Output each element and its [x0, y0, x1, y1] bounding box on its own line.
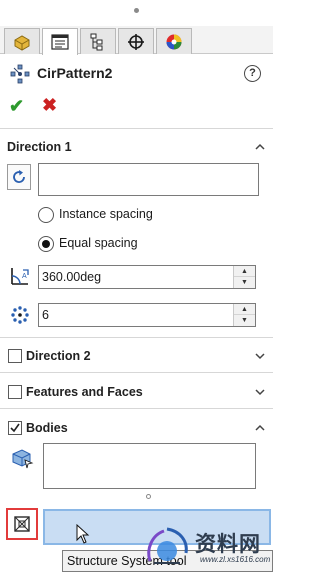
equal-spacing-radio[interactable] — [38, 236, 54, 252]
feature-header: CirPattern2 ? — [0, 60, 273, 88]
help-button[interactable]: ? — [244, 65, 261, 82]
seed-selection-button[interactable] — [6, 508, 38, 540]
chevron-down-icon[interactable] — [255, 387, 265, 397]
tab-featuremanager[interactable] — [4, 28, 40, 54]
propertymanager-tab-icon — [51, 34, 69, 50]
divider — [0, 337, 273, 338]
direction2-label: Direction 2 — [26, 349, 91, 363]
solid-bodies-icon — [12, 449, 34, 469]
instances-spinbox[interactable]: 6 ▲ ▼ — [38, 303, 256, 327]
equal-spacing-label: Equal spacing — [59, 236, 138, 250]
divider — [0, 408, 273, 409]
instance-spacing-radio[interactable] — [38, 207, 54, 223]
instance-spacing-label: Instance spacing — [59, 207, 153, 221]
reverse-direction-button[interactable] — [7, 164, 31, 190]
structure-body-icon — [14, 516, 30, 532]
bodies-header[interactable]: Bodies — [0, 417, 273, 441]
direction2-checkbox[interactable] — [8, 349, 22, 363]
mouse-cursor-icon — [76, 524, 90, 544]
direction2-header[interactable]: Direction 2 — [0, 345, 273, 369]
watermark-url: www.zl.xs1616.com — [200, 555, 271, 564]
features-faces-header[interactable]: Features and Faces — [0, 381, 273, 405]
tab-propertymanager[interactable] — [42, 28, 78, 55]
angle-increment-button[interactable]: ▲ — [234, 266, 255, 277]
angle-value[interactable]: 360.00deg — [42, 270, 101, 284]
page-title: CirPattern2 — [37, 65, 113, 81]
bodies-checkbox[interactable] — [8, 421, 22, 435]
resize-grip-dot[interactable] — [146, 494, 151, 499]
features-faces-label: Features and Faces — [26, 385, 143, 399]
axis-selection-field[interactable] — [38, 163, 259, 196]
instances-icon — [11, 306, 29, 324]
divider — [0, 128, 273, 129]
rotate-arrow-icon — [13, 170, 25, 183]
panel-grip-dot[interactable] — [134, 8, 139, 13]
tab-dimxpertmanager[interactable] — [118, 28, 154, 54]
instances-value[interactable]: 6 — [42, 308, 49, 322]
bodies-label: Bodies — [26, 421, 68, 435]
instances-spin-arrows: ▲ ▼ — [233, 304, 255, 326]
angle-icon: A — [11, 268, 29, 285]
chevron-up-icon[interactable] — [255, 142, 265, 152]
instances-increment-button[interactable]: ▲ — [234, 304, 255, 315]
watermark-text: 资料网 — [195, 533, 261, 556]
angle-decrement-button[interactable]: ▼ — [234, 277, 255, 288]
checkmark-icon — [10, 423, 20, 433]
divider — [0, 372, 273, 373]
chevron-down-icon[interactable] — [255, 351, 265, 361]
chevron-up-icon[interactable] — [255, 423, 265, 433]
dimxpertmanager-tab-icon — [128, 33, 144, 50]
configurationmanager-tab-icon — [90, 33, 103, 50]
tab-configurationmanager[interactable] — [80, 28, 116, 54]
watermark-logo-icon — [147, 527, 188, 564]
manager-tab-bar — [0, 26, 273, 55]
watermark: 资料网 www.zl.xs1616.com — [140, 523, 273, 575]
circular-pattern-icon — [10, 64, 30, 84]
bodies-list-box[interactable] — [43, 443, 256, 489]
angle-spinbox[interactable]: 360.00deg ▲ ▼ — [38, 265, 256, 289]
cancel-button[interactable]: ✖ — [42, 95, 57, 116]
instances-decrement-button[interactable]: ▼ — [234, 315, 255, 326]
features-faces-checkbox[interactable] — [8, 385, 22, 399]
direction1-header[interactable]: Direction 1 — [0, 136, 273, 160]
ok-button[interactable]: ✔ — [9, 96, 24, 117]
displaymanager-tab-icon — [166, 34, 182, 49]
featuremanager-tab-icon — [14, 34, 30, 51]
svg-text:A: A — [22, 273, 27, 280]
direction1-label: Direction 1 — [7, 140, 72, 154]
action-buttons: ✔ ✖ — [0, 95, 273, 118]
angle-spin-arrows: ▲ ▼ — [233, 266, 255, 288]
tab-displaymanager[interactable] — [156, 28, 192, 54]
